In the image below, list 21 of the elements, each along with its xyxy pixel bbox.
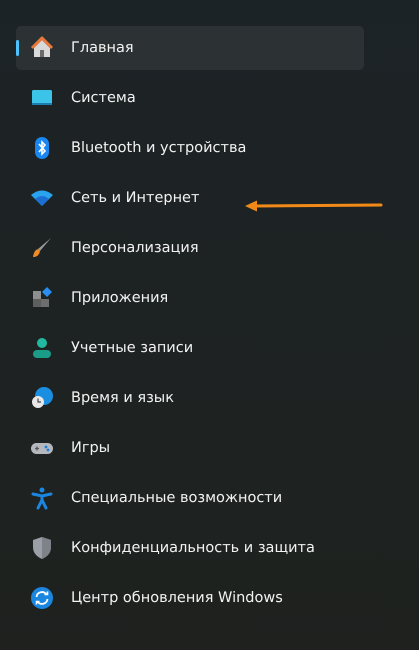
sidebar-item[interactable]: Конфиденциальность и защита bbox=[16, 526, 364, 570]
update-icon bbox=[30, 586, 54, 610]
sidebar-item[interactable]: Bluetooth и устройства bbox=[16, 126, 364, 170]
accessibility-icon bbox=[30, 486, 54, 510]
sidebar-item[interactable]: Специальные возможности bbox=[16, 476, 364, 520]
sidebar-item[interactable]: Центр обновления Windows bbox=[16, 576, 364, 620]
house-icon bbox=[30, 36, 54, 60]
shield-icon bbox=[30, 536, 54, 560]
selection-indicator bbox=[16, 40, 19, 56]
sidebar-item[interactable]: Время и язык bbox=[16, 376, 364, 420]
sidebar-item[interactable]: Игры bbox=[16, 426, 364, 470]
sidebar-item[interactable]: Сеть и Интернет bbox=[16, 176, 364, 220]
globe-clock-icon bbox=[30, 386, 54, 410]
sidebar-item[interactable]: Учетные записи bbox=[16, 326, 364, 370]
sidebar-item[interactable]: Система bbox=[16, 76, 364, 120]
person-icon bbox=[30, 336, 54, 360]
sidebar-item[interactable]: Приложения bbox=[16, 276, 364, 320]
sidebar-item[interactable]: Главная bbox=[16, 26, 364, 70]
apps-icon bbox=[30, 286, 54, 310]
brush-icon bbox=[30, 236, 54, 260]
sidebar-item[interactable]: Персонализация bbox=[16, 226, 364, 270]
